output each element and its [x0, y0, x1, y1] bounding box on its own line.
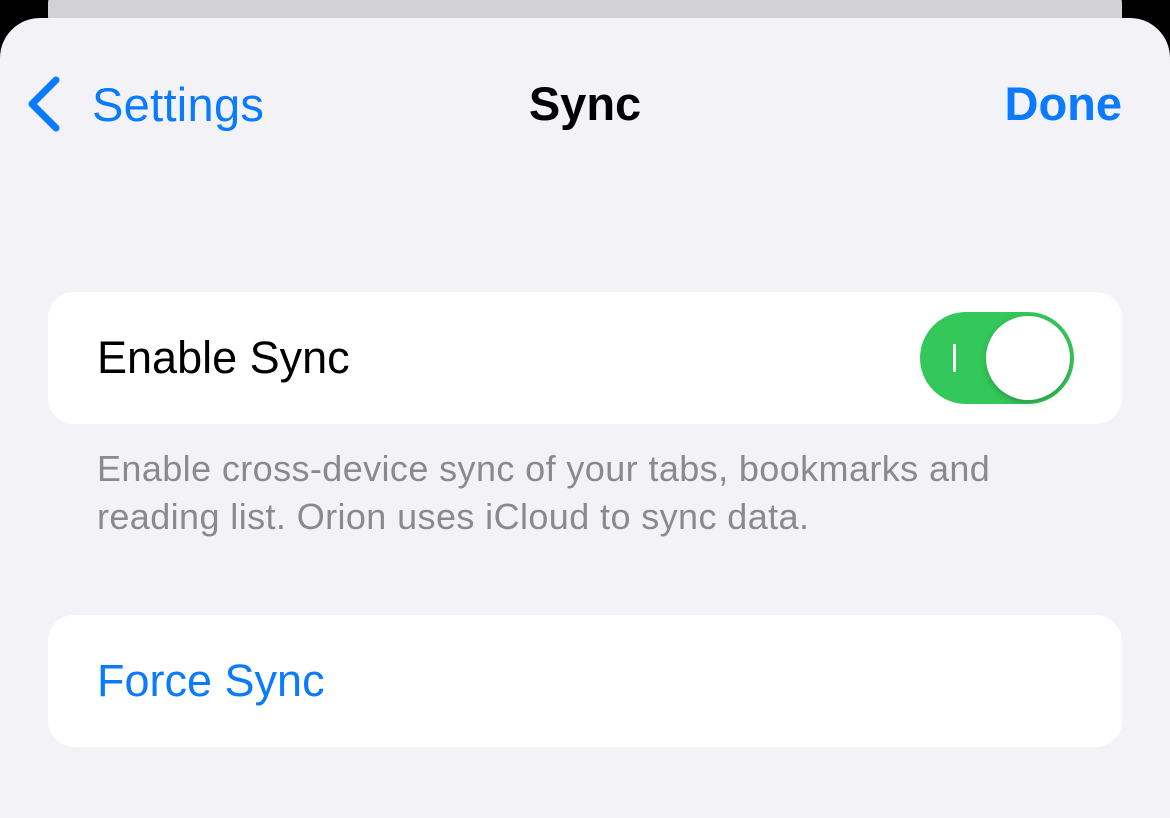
sync-footer-description: Enable cross-device sync of your tabs, b…: [97, 448, 991, 537]
toggle-on-indicator: [953, 344, 956, 372]
force-sync-row[interactable]: Force Sync: [48, 615, 1122, 747]
force-sync-button[interactable]: Force Sync: [97, 615, 325, 747]
sync-settings-sheet: Settings Sync Done Enable Sync Enable cr…: [0, 18, 1170, 818]
enable-sync-toggle[interactable]: [920, 312, 1074, 404]
page-title: Sync: [528, 77, 642, 130]
enable-sync-label: Enable Sync: [97, 332, 350, 383]
navigation-bar: Settings Sync Done: [0, 18, 1170, 188]
enable-sync-row: Enable Sync: [48, 292, 1122, 424]
done-button[interactable]: Done: [1005, 74, 1123, 134]
toggle-knob: [986, 316, 1070, 400]
